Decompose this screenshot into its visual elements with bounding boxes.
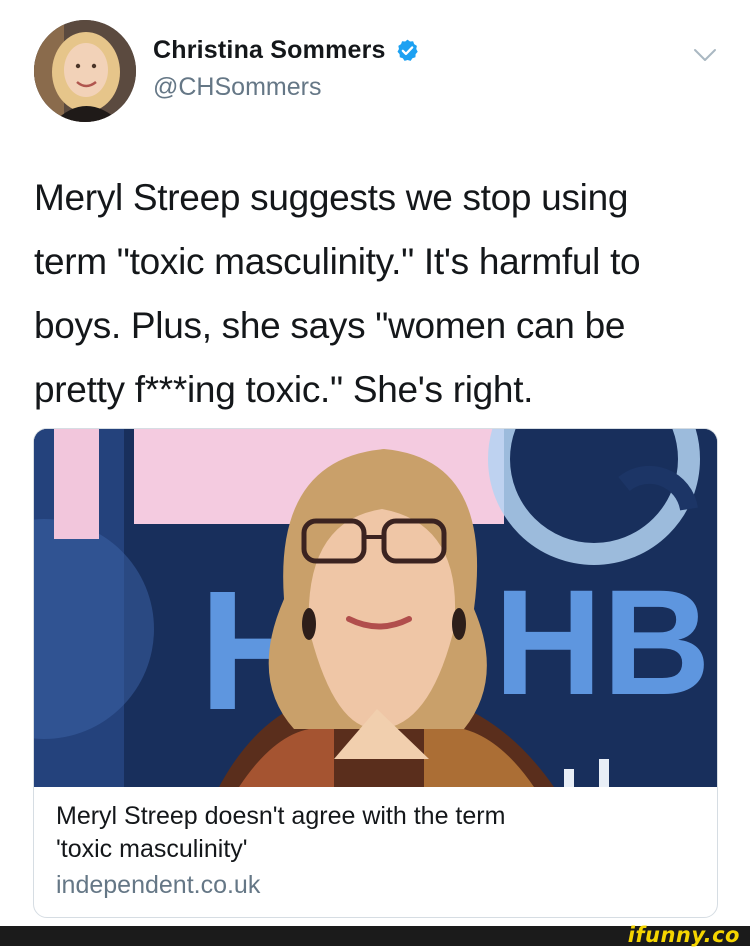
verified-badge-icon <box>395 38 420 63</box>
link-card-title-line: Meryl Streep doesn't agree with the term <box>56 802 506 830</box>
author-name-row: Christina Sommers <box>153 36 420 65</box>
watermark-bar: ifunny.co <box>0 923 750 947</box>
chevron-down-icon[interactable] <box>692 42 718 68</box>
link-card[interactable]: HB H Meryl Streep doesn't agree with the… <box>33 428 718 918</box>
tweet-text-line: boys. Plus, she says "women can be <box>34 305 626 346</box>
tweet-text-line: Meryl Streep suggests we stop using <box>34 177 629 218</box>
link-card-title[interactable]: Meryl Streep doesn't agree with the term… <box>56 800 696 866</box>
link-card-domain[interactable]: independent.co.uk <box>56 871 260 900</box>
link-card-title-line: 'toxic masculinity' <box>56 835 248 863</box>
author-avatar-image <box>34 20 136 122</box>
link-card-image[interactable]: HB H <box>34 429 717 787</box>
backdrop-letters-right: HB <box>494 558 711 726</box>
author-display-name[interactable]: Christina Sommers <box>153 36 386 65</box>
tweet-text-line: pretty f***ing toxic." She's right. <box>34 369 534 410</box>
tweet-text: Meryl Streep suggests we stop using term… <box>34 166 724 422</box>
author-avatar[interactable] <box>34 20 136 122</box>
tweet-header: Christina Sommers @CHSommers <box>34 20 724 124</box>
ifunny-watermark-logo: ifunny.co <box>627 923 740 947</box>
tweet-text-line: term "toxic masculinity." It's harmful t… <box>34 241 641 282</box>
author-handle[interactable]: @CHSommers <box>153 73 321 102</box>
